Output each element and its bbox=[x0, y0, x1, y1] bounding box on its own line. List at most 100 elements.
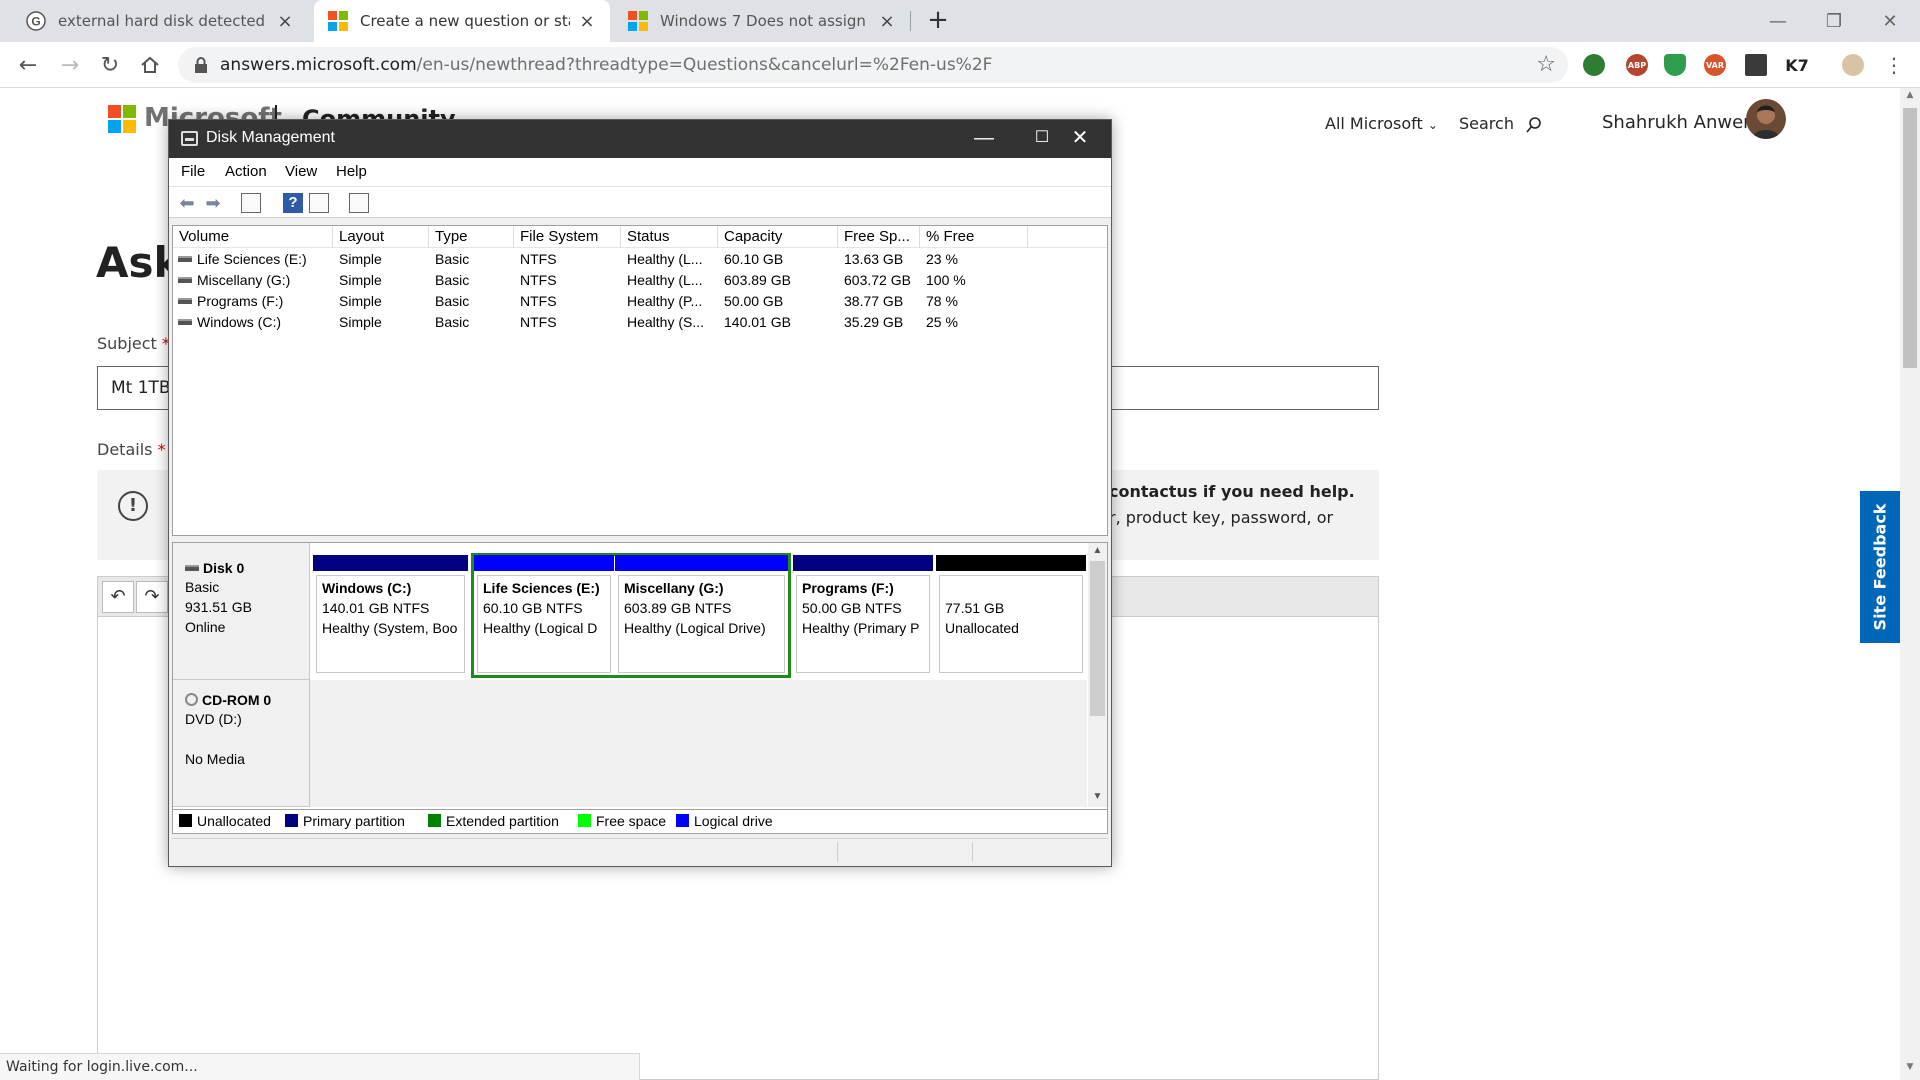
var-extension-icon[interactable]: VAR bbox=[1704, 54, 1726, 76]
scroll-up-icon[interactable]: ▲ bbox=[1900, 90, 1920, 106]
microsoft-logo-icon[interactable] bbox=[108, 105, 136, 133]
address-bar[interactable]: answers.microsoft.com/en-us/newthread?th… bbox=[178, 47, 1568, 83]
menu-file[interactable]: File bbox=[181, 163, 205, 180]
dm-back-icon[interactable]: ⬅ bbox=[177, 193, 197, 213]
capacity-cell: 50.00 GB bbox=[724, 293, 784, 309]
browser-menu-button[interactable]: ⋮ bbox=[1878, 49, 1910, 81]
dm-forward-icon[interactable]: ➡ bbox=[203, 193, 223, 213]
disk0-label[interactable]: Disk 0 Basic 931.51 GB Online bbox=[173, 543, 310, 680]
close-tab-icon[interactable]: × bbox=[878, 11, 896, 32]
dm-title-bar[interactable]: Disk Management — ☐ ✕ bbox=[169, 120, 1111, 158]
column-percent-free[interactable]: % Free bbox=[920, 226, 1028, 248]
browser-restore-button[interactable]: ❐ bbox=[1804, 0, 1864, 42]
forward-button[interactable]: → bbox=[54, 49, 86, 81]
scroll-thumb[interactable] bbox=[1090, 561, 1105, 716]
column-status[interactable]: Status bbox=[621, 226, 718, 248]
k7-extension-icon[interactable]: K7 bbox=[1782, 54, 1812, 76]
help-icon[interactable]: ? bbox=[283, 193, 303, 213]
dm-toolbar: ⬅ ➡ ? bbox=[169, 186, 1111, 218]
table-row[interactable]: Windows (C:) Simple Basic NTFS Healthy (… bbox=[173, 312, 1107, 333]
user-name[interactable]: Shahrukh Anwer bbox=[1602, 112, 1751, 133]
bookmark-star-icon[interactable]: ☆ bbox=[1536, 52, 1556, 77]
pdf-extension-icon[interactable] bbox=[1745, 54, 1767, 76]
column-file-system[interactable]: File System bbox=[514, 226, 621, 248]
kebab-menu-icon: ⋮ bbox=[1884, 53, 1904, 77]
dm-close-button[interactable]: ✕ bbox=[1049, 120, 1111, 158]
profile-avatar-icon[interactable] bbox=[1842, 54, 1864, 76]
partition-name: Programs (F:) bbox=[802, 580, 894, 596]
primary-swatch bbox=[285, 814, 298, 828]
reload-button[interactable]: ↻ bbox=[94, 49, 126, 81]
all-microsoft-menu[interactable]: All Microsoft ⌄ bbox=[1325, 114, 1438, 133]
undo-button[interactable]: ↶ bbox=[102, 581, 134, 613]
cdrom0-label[interactable]: CD-ROM 0 DVD (D:) No Media bbox=[173, 680, 310, 807]
drive-icon bbox=[178, 298, 192, 305]
url-host: answers.microsoft.com bbox=[220, 55, 417, 75]
layout-cell: Simple bbox=[339, 251, 382, 267]
globe-extension-icon[interactable] bbox=[1583, 54, 1605, 76]
new-tab-button[interactable]: + bbox=[924, 6, 952, 34]
status-cell: Healthy (S... bbox=[627, 314, 705, 330]
notice-text: r, product key, password, or bbox=[1109, 508, 1334, 527]
redo-button[interactable]: ↷ bbox=[136, 581, 168, 613]
column-type[interactable]: Type bbox=[429, 226, 514, 248]
partition-life-sciences-e[interactable]: Life Sciences (E:) 60.10 GB NTFS Healthy… bbox=[474, 555, 614, 676]
column-layout[interactable]: Layout bbox=[333, 226, 429, 248]
back-button[interactable]: ← bbox=[12, 49, 44, 81]
column-free-space[interactable]: Free Sp... bbox=[838, 226, 920, 248]
volume-cell: Programs (F:) bbox=[178, 291, 333, 312]
partition-programs-f[interactable]: Programs (F:) 50.00 GB NTFS Healthy (Pri… bbox=[793, 555, 933, 676]
search-button[interactable]: Search bbox=[1459, 114, 1543, 134]
user-avatar[interactable] bbox=[1746, 99, 1786, 139]
adblock-extension-icon[interactable]: ABP bbox=[1626, 54, 1648, 76]
microsoft-icon bbox=[328, 11, 348, 31]
scroll-up-icon[interactable]: ▲ bbox=[1088, 545, 1107, 556]
partition-body: 77.51 GB Unallocated bbox=[939, 575, 1083, 673]
column-capacity[interactable]: Capacity bbox=[718, 226, 838, 248]
scroll-down-icon[interactable]: ▼ bbox=[1900, 1062, 1920, 1078]
tab-title: external hard disk detected but no bbox=[58, 12, 268, 30]
settings-view-icon[interactable] bbox=[349, 193, 369, 213]
disk0-state: Online bbox=[185, 619, 226, 635]
disk0-size: 931.51 GB bbox=[185, 599, 252, 615]
partition-body: Programs (F:) 50.00 GB NTFS Healthy (Pri… bbox=[796, 575, 930, 673]
table-row[interactable]: Programs (F:) Simple Basic NTFS Healthy … bbox=[173, 291, 1107, 312]
disk-management-window: Disk Management — ☐ ✕ File Action View H… bbox=[168, 119, 1112, 867]
table-row[interactable]: Life Sciences (E:) Simple Basic NTFS Hea… bbox=[173, 249, 1107, 270]
legend-unallocated: Unallocated bbox=[179, 813, 271, 829]
scroll-down-icon[interactable]: ▼ bbox=[1088, 791, 1107, 802]
type-cell: Basic bbox=[435, 293, 470, 309]
page-scrollbar[interactable]: ▲ ▼ bbox=[1900, 88, 1920, 1080]
column-volume[interactable]: Volume bbox=[173, 226, 333, 248]
tab-title: Create a new question or start a d bbox=[360, 12, 570, 30]
site-feedback-button[interactable]: Site Feedback bbox=[1860, 491, 1900, 643]
browser-close-button[interactable]: ✕ bbox=[1860, 0, 1920, 42]
url-text: answers.microsoft.com/en-us/newthread?th… bbox=[220, 55, 992, 75]
legend-logical: Logical drive bbox=[676, 813, 773, 829]
dm-minimize-button[interactable]: — bbox=[955, 120, 1013, 158]
volume-cell: Windows (C:) bbox=[178, 312, 333, 333]
shield-extension-icon[interactable] bbox=[1664, 54, 1686, 76]
table-row[interactable]: Miscellany (G:) Simple Basic NTFS Health… bbox=[173, 270, 1107, 291]
menu-action[interactable]: Action bbox=[225, 163, 267, 180]
show-hide-tree-icon[interactable] bbox=[241, 193, 261, 213]
logical-drive-bar bbox=[474, 555, 614, 571]
close-tab-icon[interactable]: × bbox=[578, 11, 596, 32]
close-tab-icon[interactable]: × bbox=[276, 11, 294, 32]
tab-title: Windows 7 Does not assign a Dri bbox=[660, 12, 870, 30]
tab-external-hard-disk[interactable]: G external hard disk detected but no × bbox=[12, 0, 308, 42]
unallocated-bar bbox=[936, 555, 1086, 571]
unallocated-space[interactable]: 77.51 GB Unallocated bbox=[936, 555, 1086, 676]
extension-label: VAR bbox=[1706, 60, 1724, 70]
tab-create-question[interactable]: Create a new question or start a d × bbox=[314, 0, 610, 42]
scroll-thumb[interactable] bbox=[1903, 108, 1917, 368]
home-button[interactable] bbox=[134, 49, 166, 81]
properties-icon[interactable] bbox=[309, 193, 329, 213]
tab-windows7-drive-letter[interactable]: Windows 7 Does not assign a Dri × bbox=[614, 0, 910, 42]
graph-scrollbar[interactable]: ▲ ▼ bbox=[1088, 543, 1107, 807]
partition-miscellany-g[interactable]: Miscellany (G:) 603.89 GB NTFS Healthy (… bbox=[615, 555, 788, 676]
browser-minimize-button[interactable]: — bbox=[1748, 0, 1808, 42]
menu-help[interactable]: Help bbox=[336, 163, 367, 180]
partition-windows-c[interactable]: Windows (C:) 140.01 GB NTFS Healthy (Sys… bbox=[313, 555, 468, 676]
menu-view[interactable]: View bbox=[285, 163, 317, 180]
